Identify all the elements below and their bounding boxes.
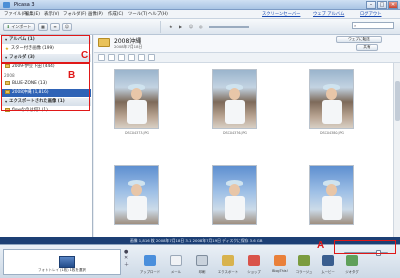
photo-thumbnail[interactable] xyxy=(212,69,257,129)
filter-star-icon[interactable]: ★ xyxy=(169,24,173,29)
import-label: インポート xyxy=(11,24,32,29)
filter-geotag-icon[interactable]: ◎ xyxy=(199,24,203,29)
movie-label: ムービー xyxy=(321,270,335,274)
sync-icon[interactable] xyxy=(138,54,145,61)
photo-thumbnail[interactable] xyxy=(309,165,354,225)
annotation-box-c xyxy=(1,35,90,63)
geotag-icon[interactable] xyxy=(346,255,358,266)
photo-thumbnail[interactable] xyxy=(114,69,159,129)
upload-label: アップロード xyxy=(139,270,161,274)
album-header: 2008沖縄 2008年7月18日 ウェブに転送 共有 xyxy=(94,35,400,53)
photo-tray[interactable]: フォトトレイ (1枚) 1枚を選択 xyxy=(3,249,121,275)
export-icon[interactable] xyxy=(222,255,234,266)
collage-icon[interactable] xyxy=(298,255,310,266)
collage-label: コラージュ xyxy=(295,270,313,274)
screensaver-link[interactable]: スクリーンセーバー xyxy=(262,10,300,19)
upload-button[interactable]: ウェブに転送 xyxy=(336,36,382,43)
print-icon[interactable] xyxy=(196,255,208,266)
thumbnail-grid: DSC04373.JPG DSC04376.JPG DSC04380.JPG xyxy=(94,63,393,237)
email-label: メール xyxy=(170,270,182,274)
logout-link[interactable]: ログアウト xyxy=(360,10,381,19)
movie-icon[interactable] xyxy=(322,255,334,266)
filter-video-icon[interactable]: ▶ xyxy=(179,24,182,29)
menu-folder[interactable]: フォルダ(F) xyxy=(63,10,87,19)
status-text: 画像 1,816 枚 2008年7月18日 3.1 2008年7月19日 ディス… xyxy=(130,238,263,243)
photo-caption: DSC04373.JPG xyxy=(125,131,149,135)
blogthis-label: BlogThis! xyxy=(272,269,288,273)
photo-thumbnail[interactable] xyxy=(114,165,159,225)
tray-photo-thumbnail[interactable] xyxy=(59,256,75,268)
folder-action-bar xyxy=(94,53,400,63)
annotation-label-b: B xyxy=(68,70,76,81)
menu-create[interactable]: 作成(C) xyxy=(108,10,123,19)
edit-description-icon[interactable] xyxy=(108,54,115,61)
menu-view[interactable]: 表示(V) xyxy=(44,10,59,19)
view-people-button[interactable]: ☺ xyxy=(62,23,72,31)
maximize-button[interactable]: □ xyxy=(377,1,387,9)
annotation-box-b xyxy=(1,63,90,111)
view-library-button[interactable]: ▦ xyxy=(38,23,48,31)
shop-icon[interactable] xyxy=(248,255,260,266)
blogthis-icon[interactable] xyxy=(274,255,286,266)
filter-area: ★ ▶ ☺ ◎ xyxy=(160,21,300,33)
play-slideshow-icon[interactable] xyxy=(98,54,105,61)
menu-edit[interactable]: 編集(E) xyxy=(25,10,40,19)
annotation-label-a: A xyxy=(317,240,325,251)
geotag-label: ジオタグ xyxy=(345,270,359,274)
email-icon[interactable] xyxy=(170,255,182,266)
photo-caption: DSC04380.JPG xyxy=(320,131,344,135)
album-date: 2008年7月18日 xyxy=(114,44,143,49)
minimize-button[interactable]: – xyxy=(366,1,376,9)
menu-file[interactable]: ファイル(F) xyxy=(4,10,28,19)
album-folder-icon xyxy=(98,38,110,47)
tray-label: フォトトレイ (1枚) 1枚を選択 xyxy=(38,268,86,272)
toolbar: ⬇ インポート ▦ ≡ ☺ ★ ▶ ☺ ◎ ⌕ xyxy=(0,19,400,35)
photo-caption: DSC04376.JPG xyxy=(223,131,247,135)
view-timeline-button[interactable]: ≡ xyxy=(50,23,60,31)
print-label: 印刷 xyxy=(198,270,206,274)
search-icon: ⌕ xyxy=(354,23,357,28)
window-title: Picasa 3 xyxy=(14,2,35,8)
close-button[interactable]: ✕ xyxy=(388,1,398,9)
annotation-box-a xyxy=(334,240,396,254)
import-button[interactable]: ⬇ インポート xyxy=(3,23,35,31)
menu-tools[interactable]: ツール(T) xyxy=(128,10,147,19)
photo-thumbnail[interactable] xyxy=(309,69,354,129)
shop-label: ショップ xyxy=(247,270,261,274)
vertical-scrollbar[interactable] xyxy=(393,63,400,237)
search-input[interactable]: ⌕ xyxy=(352,22,394,29)
locate-icon[interactable] xyxy=(128,54,135,61)
properties-icon[interactable] xyxy=(118,54,125,61)
upload-icon[interactable] xyxy=(144,255,156,266)
menu-help[interactable]: ヘルプ(H) xyxy=(148,10,168,19)
annotation-label-c: C xyxy=(81,50,89,61)
tray-controls: ● ✕ ＋ xyxy=(124,249,132,275)
share-button[interactable]: 共有 xyxy=(356,44,378,51)
delete-icon[interactable] xyxy=(148,54,155,61)
filter-date-slider[interactable] xyxy=(209,26,249,28)
web-albums-link[interactable]: ウェブ アルバム xyxy=(313,10,344,19)
photo-thumbnail[interactable] xyxy=(212,165,257,225)
scrollbar-thumb[interactable] xyxy=(395,81,400,121)
add-icon[interactable]: ＋ xyxy=(124,261,132,268)
filter-people-icon[interactable]: ☺ xyxy=(189,24,193,29)
picasa-app-icon xyxy=(3,2,10,8)
export-label: エクスポート xyxy=(217,270,239,274)
menu-picture[interactable]: 画像(P) xyxy=(88,10,103,19)
title-bar: Picasa 3 – □ ✕ xyxy=(0,0,400,10)
menu-bar: ファイル(F) 編集(E) 表示(V) フォルダ(F) 画像(P) 作成(C) … xyxy=(0,10,400,19)
import-icon: ⬇ xyxy=(6,24,11,29)
